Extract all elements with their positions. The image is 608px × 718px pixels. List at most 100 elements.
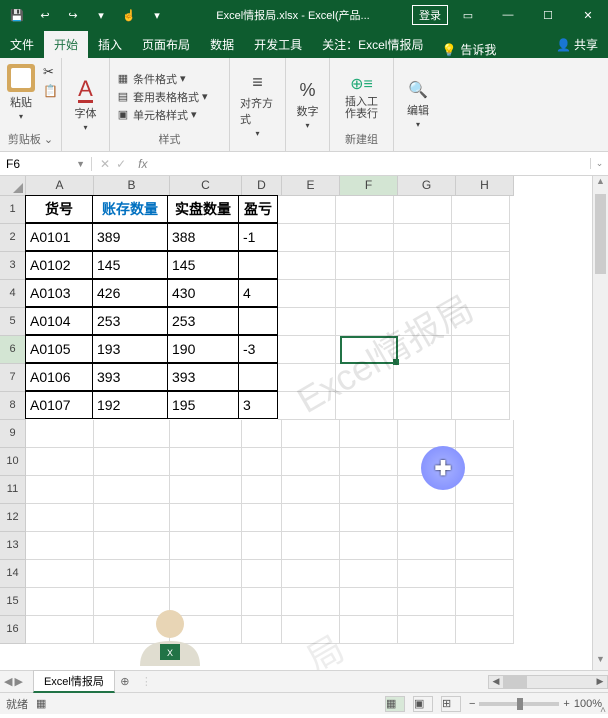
cell[interactable]: 3 (238, 391, 278, 419)
cell[interactable]: A0103 (25, 279, 93, 307)
cell[interactable] (456, 420, 514, 448)
tab-dev[interactable]: 开发工具 (244, 31, 312, 58)
cell[interactable] (336, 336, 394, 364)
cell[interactable] (340, 420, 398, 448)
sheet-tab[interactable]: Excel情报局 (33, 670, 115, 693)
cell[interactable] (456, 588, 514, 616)
cell[interactable]: A0106 (25, 363, 93, 391)
cell[interactable]: 盈亏 (238, 195, 278, 223)
cell[interactable]: -3 (238, 335, 278, 363)
col-header[interactable]: A (26, 176, 94, 196)
cell[interactable] (452, 364, 510, 392)
cell[interactable] (452, 336, 510, 364)
touch-icon[interactable]: ☝ (118, 4, 140, 26)
cell[interactable] (336, 364, 394, 392)
cell[interactable] (278, 308, 336, 336)
qat-more-icon[interactable]: ▾ (90, 4, 112, 26)
cell[interactable] (26, 504, 94, 532)
cell[interactable] (456, 560, 514, 588)
cell[interactable] (394, 308, 452, 336)
vertical-scrollbar[interactable]: ▲ ▼ (592, 176, 608, 670)
fx-icon[interactable]: fx (134, 157, 151, 171)
cell[interactable] (26, 588, 94, 616)
cell[interactable] (26, 616, 94, 644)
cell[interactable] (394, 392, 452, 420)
zoom-control[interactable]: − + 100% (469, 698, 602, 710)
cell[interactable] (336, 252, 394, 280)
horizontal-scrollbar[interactable]: ◀ ▶ (488, 675, 608, 689)
cell[interactable] (456, 448, 514, 476)
scroll-down-icon[interactable]: ▼ (593, 654, 608, 670)
cell[interactable]: 193 (92, 335, 168, 363)
cell[interactable]: 实盘数量 (167, 195, 239, 223)
cell[interactable] (282, 420, 340, 448)
cell[interactable] (282, 616, 340, 644)
tell-me[interactable]: 💡 告诉我 (433, 41, 504, 58)
cell[interactable]: 145 (167, 251, 239, 279)
row-header[interactable]: 15 (0, 588, 26, 616)
cell[interactable] (238, 307, 278, 335)
cell[interactable] (242, 504, 282, 532)
cell[interactable] (394, 336, 452, 364)
cell[interactable] (170, 476, 242, 504)
col-header[interactable]: E (282, 176, 340, 196)
cell[interactable] (170, 504, 242, 532)
prev-sheet-icon[interactable]: ◀ (4, 675, 12, 688)
cell[interactable] (452, 252, 510, 280)
minimize-icon[interactable]: — (488, 0, 528, 30)
cell[interactable] (394, 252, 452, 280)
row-header[interactable]: 8 (0, 392, 26, 420)
cell[interactable] (340, 560, 398, 588)
cell[interactable] (456, 504, 514, 532)
tab-file[interactable]: 文件 (0, 31, 44, 58)
row-header[interactable]: 7 (0, 364, 26, 392)
cell[interactable] (278, 336, 336, 364)
add-sheet-icon[interactable]: ⊕ (115, 675, 135, 688)
cell[interactable] (170, 448, 242, 476)
number-button[interactable]: % 数字 ▾ (293, 78, 323, 132)
cell[interactable] (452, 392, 510, 420)
cell[interactable] (94, 560, 170, 588)
cell[interactable] (94, 420, 170, 448)
login-button[interactable]: 登录 (412, 5, 448, 25)
cell[interactable] (26, 420, 94, 448)
select-all-corner[interactable] (0, 176, 26, 196)
zoom-in-icon[interactable]: + (563, 698, 569, 710)
zoom-slider[interactable] (479, 702, 559, 706)
tab-layout[interactable]: 页面布局 (132, 31, 200, 58)
cell[interactable] (26, 532, 94, 560)
redo-icon[interactable]: ↪ (62, 4, 84, 26)
cell[interactable]: 388 (167, 223, 239, 251)
row-header[interactable]: 4 (0, 280, 26, 308)
share-button[interactable]: 👤 共享 (546, 31, 608, 58)
font-button[interactable]: A 字体 ▾ (71, 76, 101, 134)
cell[interactable] (452, 280, 510, 308)
normal-view-icon[interactable]: ▦ (385, 696, 405, 712)
cell[interactable] (394, 364, 452, 392)
tab-attention[interactable]: 关注：Excel情报局 (312, 31, 433, 58)
cell[interactable] (340, 448, 398, 476)
cell[interactable] (238, 251, 278, 279)
cell[interactable] (398, 560, 456, 588)
cell[interactable] (340, 588, 398, 616)
cell[interactable]: 4 (238, 279, 278, 307)
cell[interactable] (394, 280, 452, 308)
zoom-value[interactable]: 100% (574, 698, 602, 710)
cell[interactable] (398, 420, 456, 448)
row-header[interactable]: 12 (0, 504, 26, 532)
undo-icon[interactable]: ↩ (34, 4, 56, 26)
cell[interactable] (452, 196, 510, 224)
col-header[interactable]: C (170, 176, 242, 196)
cell[interactable] (336, 280, 394, 308)
cell[interactable]: A0104 (25, 307, 93, 335)
row-header[interactable]: 2 (0, 224, 26, 252)
zoom-out-icon[interactable]: − (469, 698, 475, 710)
cell[interactable]: A0107 (25, 391, 93, 419)
cell[interactable] (398, 616, 456, 644)
page-layout-icon[interactable]: ▣ (413, 696, 433, 712)
save-icon[interactable]: 💾 (6, 4, 28, 26)
cell[interactable] (278, 224, 336, 252)
row-header[interactable]: 1 (0, 196, 26, 224)
cell[interactable] (94, 504, 170, 532)
qat-dropdown-icon[interactable]: ▾ (146, 4, 168, 26)
